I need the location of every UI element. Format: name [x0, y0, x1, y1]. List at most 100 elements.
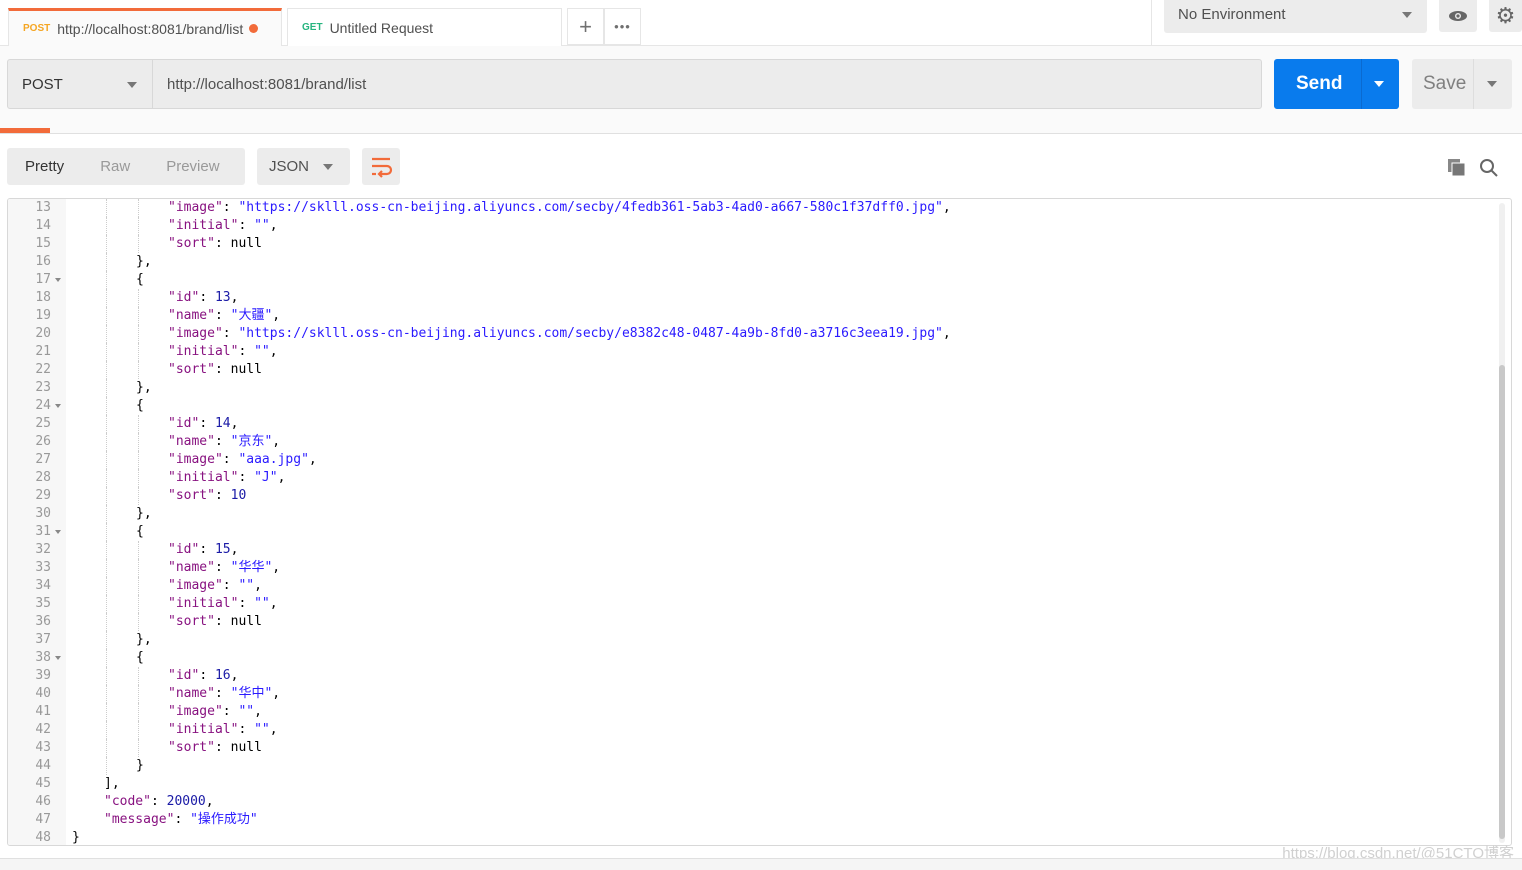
new-tab-button[interactable]: + — [567, 8, 604, 45]
code-line: 39 "id": 16, — [8, 667, 1488, 685]
json-key: sort — [175, 488, 208, 503]
divider — [1361, 59, 1362, 109]
response-body-editor[interactable]: 13 "image": "https://sklll.oss-cn-beijing… — [7, 198, 1512, 846]
json-key: code — [111, 794, 144, 809]
format-value: JSON — [269, 158, 310, 175]
json-key: initial — [175, 218, 231, 233]
code-text: "code": 20000, — [104, 794, 214, 809]
send-options-chevron-icon[interactable] — [1374, 81, 1384, 87]
mode-preview[interactable]: Preview — [148, 148, 237, 185]
json-value: "" — [254, 218, 270, 233]
line-number: 24 — [35, 398, 51, 413]
save-label: Save — [1423, 73, 1467, 94]
format-select[interactable]: JSON — [257, 148, 350, 185]
divider — [1151, 0, 1152, 45]
json-value: "" — [238, 578, 255, 593]
code-text: "image": "https://sklll.oss-cn-beijing.a… — [168, 326, 951, 341]
chevron-down-icon — [127, 82, 137, 88]
punctuation: , — [942, 326, 951, 341]
line-number: 40 — [35, 686, 51, 701]
indent-guide — [106, 631, 107, 649]
json-value: 15 — [214, 542, 231, 557]
mode-pretty[interactable]: Pretty — [7, 148, 82, 185]
view-mode-switch: Pretty Raw Preview — [7, 148, 245, 185]
indent-guide — [138, 433, 139, 451]
code-text: "initial": "", — [168, 218, 278, 233]
tab-bar: POST http://localhost:8081/brand/list GE… — [0, 0, 1522, 46]
json-value: "大疆" — [230, 308, 273, 323]
indent-guide — [106, 325, 107, 343]
code-text: }, — [136, 379, 152, 397]
json-key: sort — [175, 740, 208, 755]
code-line: 21 "initial": "", — [8, 343, 1488, 361]
code-text: "initial": "", — [168, 596, 278, 611]
mode-raw[interactable]: Raw — [82, 148, 148, 185]
indent-guide — [138, 451, 139, 469]
line-number: 30 — [35, 506, 51, 521]
indent-guide — [106, 721, 107, 739]
environment-quick-look-button[interactable] — [1439, 0, 1477, 32]
json-value: null — [230, 614, 262, 629]
fold-toggle-icon[interactable] — [55, 530, 61, 534]
code-text: "id": 14, — [168, 416, 239, 431]
json-value: 16 — [214, 668, 231, 683]
settings-button[interactable]: ⚙ — [1489, 0, 1522, 32]
json-value: 14 — [214, 416, 231, 431]
punctuation: }, — [136, 632, 152, 647]
eye-icon — [1449, 11, 1467, 21]
tab-brand-list[interactable]: POST http://localhost:8081/brand/list — [8, 8, 282, 46]
url-input[interactable]: http://localhost:8081/brand/list — [152, 59, 1262, 109]
indent-guide — [106, 703, 107, 721]
json-key: message — [111, 812, 167, 827]
code-text: }, — [136, 505, 152, 523]
tab-untitled-request[interactable]: GET Untitled Request — [287, 8, 562, 46]
json-value: 13 — [214, 290, 231, 305]
json-value: "" — [238, 704, 255, 719]
json-value: "" — [254, 344, 270, 359]
indent-guide — [138, 667, 139, 685]
indent-guide — [138, 685, 139, 703]
fold-toggle-icon[interactable] — [55, 278, 61, 282]
code-text: ], — [104, 775, 120, 793]
line-number: 28 — [35, 470, 51, 485]
json-key: name — [175, 308, 208, 323]
indent-guide — [106, 433, 107, 451]
line-number: 38 — [35, 650, 51, 665]
code-text: "image": "", — [168, 578, 262, 593]
line-number: 46 — [35, 794, 51, 809]
code-line: 29 "sort": 10 — [8, 487, 1488, 505]
punctuation: , — [269, 218, 278, 233]
json-key: image — [175, 704, 215, 719]
json-key: id — [175, 542, 192, 557]
search-icon[interactable] — [1479, 158, 1499, 178]
more-tabs-button[interactable]: ••• — [604, 8, 641, 45]
punctuation: , — [269, 344, 278, 359]
line-number: 26 — [35, 434, 51, 449]
json-key: id — [175, 668, 192, 683]
code-line: 33 "name": "华华", — [8, 559, 1488, 577]
fold-toggle-icon[interactable] — [55, 656, 61, 660]
code-line: 24 { — [8, 397, 1488, 415]
code-line: 36 "sort": null — [8, 613, 1488, 631]
code-text: "message": "操作成功" — [104, 812, 258, 827]
wrap-icon — [372, 157, 393, 178]
code-text: "image": "aaa.jpg", — [168, 452, 317, 467]
line-number: 32 — [35, 542, 51, 557]
copy-icon[interactable] — [1447, 158, 1467, 178]
indent-guide — [106, 685, 107, 703]
indent-guide — [138, 199, 139, 217]
scrollbar-thumb[interactable] — [1499, 365, 1505, 839]
save-button[interactable]: Save — [1412, 59, 1512, 109]
indent-guide — [138, 217, 139, 235]
code-line: 31 { — [8, 523, 1488, 541]
indent-guide — [106, 469, 107, 487]
json-value: "华华" — [230, 560, 273, 575]
save-options-chevron-icon[interactable] — [1487, 81, 1497, 87]
method-select[interactable]: POST — [7, 59, 153, 109]
tab-method: GET — [302, 22, 323, 33]
indent-guide — [138, 739, 139, 757]
send-button[interactable]: Send — [1274, 59, 1399, 109]
fold-toggle-icon[interactable] — [55, 404, 61, 408]
environment-select[interactable]: No Environment — [1164, 0, 1427, 33]
wrap-lines-button[interactable] — [362, 148, 400, 185]
